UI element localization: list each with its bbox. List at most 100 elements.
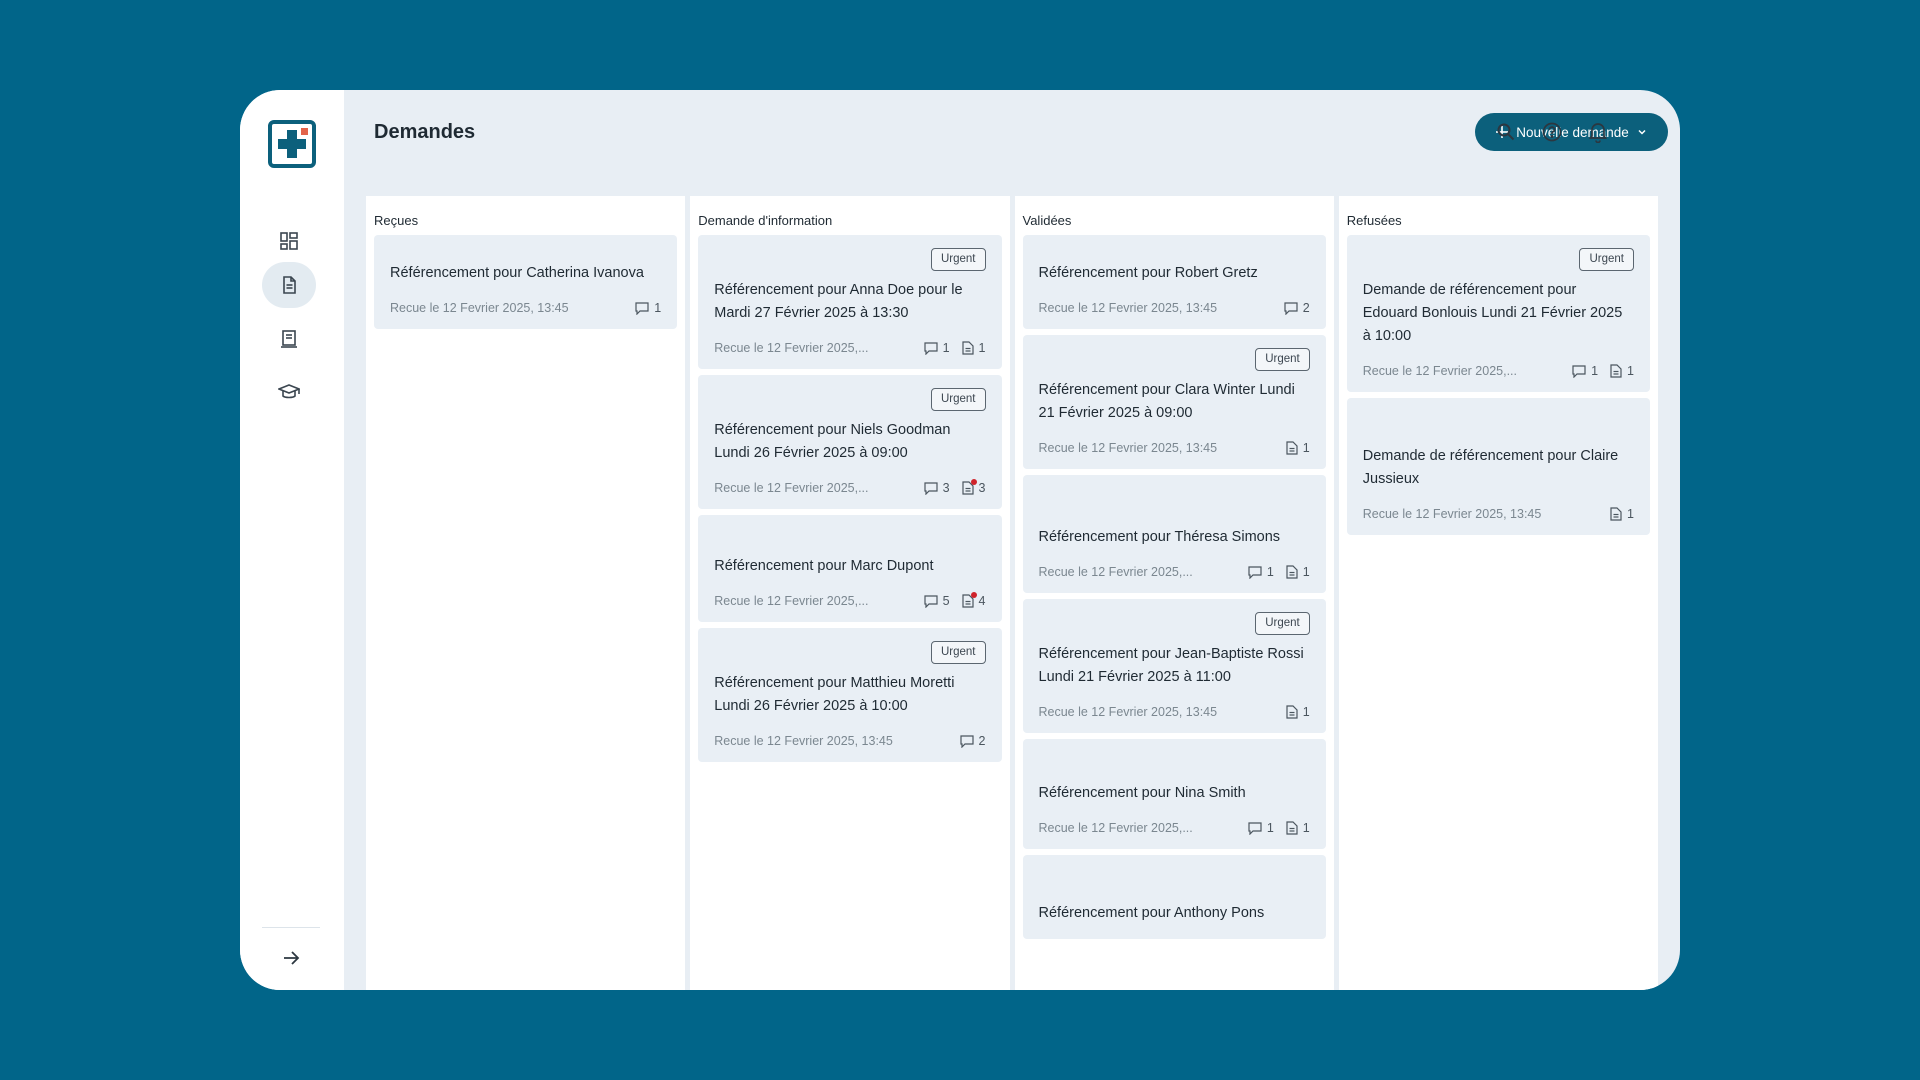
- card-date: Recue le 12 Fevrier 2025, 13:45: [714, 734, 893, 748]
- card-title: Référencement pour Anthony Pons: [1038, 905, 1265, 921]
- card-title: Référencement pour Niels Goodman Lundi 2…: [714, 422, 951, 461]
- request-card[interactable]: Urgent Référencement pour Matthieu Moret…: [698, 628, 1002, 762]
- column-recues: Reçues Référencement pour Catherina Ivan…: [366, 196, 686, 990]
- document-icon: [283, 276, 296, 294]
- request-card[interactable]: Référencement pour Théresa Simons Recue …: [1022, 475, 1326, 593]
- card-date: Recue le 12 Fevrier 2025, 13:45: [1038, 441, 1218, 455]
- column-title: Demande d'information: [698, 213, 833, 228]
- file-icon: [1286, 441, 1298, 455]
- help-button[interactable]: [1538, 118, 1566, 146]
- comment-icon: [923, 594, 938, 608]
- card-date: Recue le 12 Fevrier 2025, 13:45: [1038, 705, 1218, 719]
- medical-cross-icon: [278, 128, 308, 158]
- comments-count: 2: [1284, 301, 1310, 315]
- kanban-board: Reçues Référencement pour Catherina Ivan…: [366, 196, 1658, 990]
- page-title: Demandes: [374, 121, 476, 143]
- documents-count: 1: [961, 341, 986, 355]
- request-card[interactable]: Référencement pour Robert Gretz Recue le…: [1022, 235, 1326, 329]
- file-icon: [961, 341, 974, 355]
- urgent-badge: Urgent: [1255, 612, 1310, 635]
- card-title: Référencement pour Théresa Simons: [1038, 529, 1281, 545]
- logo[interactable]: [268, 120, 316, 168]
- urgent-badge: Urgent: [930, 388, 986, 411]
- card-title: Demande de référencement pour Edouard Bo…: [1362, 282, 1623, 344]
- comments-count: 1: [1572, 364, 1598, 378]
- documents-count: 1: [1286, 705, 1310, 719]
- column-refusees: Refusées Urgent Demande de référencement…: [1338, 196, 1658, 990]
- request-card[interactable]: Urgent Demande de référencement pour Edo…: [1346, 235, 1650, 392]
- comments-value: 2: [978, 734, 986, 748]
- comments-value: 1: [654, 301, 662, 315]
- documents-value: 1: [1302, 441, 1310, 455]
- alert-dot: [970, 479, 977, 485]
- grid-icon: [280, 232, 298, 250]
- urgent-badge: Urgent: [930, 248, 986, 271]
- main-content: Demandes Nouvelle demande Reçues Référen…: [344, 90, 1680, 990]
- sidebar-item-reports[interactable]: [262, 316, 316, 362]
- comments-value: 3: [942, 481, 950, 495]
- card-title: Référencement pour Catherina Ivanova: [390, 265, 644, 281]
- column-title: Reçues: [374, 213, 419, 228]
- comments-value: 1: [1591, 364, 1599, 378]
- request-card[interactable]: Urgent Référencement pour Jean-Baptiste …: [1022, 599, 1326, 733]
- search-icon: [1497, 123, 1515, 141]
- urgent-badge: Urgent: [1255, 348, 1310, 371]
- sidebar-item-training[interactable]: [262, 369, 316, 415]
- documents-value: 1: [978, 341, 986, 355]
- file-icon: [1610, 364, 1622, 378]
- card-date: Recue le 12 Fevrier 2025, 13:45: [1038, 301, 1218, 315]
- request-card[interactable]: Référencement pour Nina Smith Recue le 1…: [1022, 739, 1326, 849]
- documents-count: 1: [1286, 821, 1310, 835]
- urgent-badge: Urgent: [1579, 248, 1634, 271]
- documents-count: 4: [961, 592, 986, 608]
- comments-count: 1: [923, 341, 950, 355]
- file-icon: [961, 592, 977, 608]
- bell-icon: [1588, 123, 1608, 143]
- request-card[interactable]: Demande de référencement pour Claire Jus…: [1346, 398, 1650, 535]
- comments-count: 5: [923, 594, 950, 608]
- notifications-button[interactable]: [1584, 118, 1612, 146]
- comments-value: 5: [942, 594, 950, 608]
- comments-count: 1: [635, 301, 661, 315]
- card-title: Demande de référencement pour Claire Jus…: [1362, 448, 1619, 487]
- card-title: Référencement pour Jean-Baptiste Rossi L…: [1038, 646, 1304, 685]
- comments-value: 2: [1302, 301, 1310, 315]
- documents-value: 1: [1302, 821, 1310, 835]
- comments-value: 1: [1266, 565, 1274, 579]
- request-card[interactable]: Urgent Référencement pour Clara Winter L…: [1022, 335, 1326, 469]
- documents-count: 1: [1286, 565, 1310, 579]
- comment-icon: [635, 301, 649, 315]
- request-card[interactable]: Référencement pour Anthony Pons: [1022, 855, 1326, 939]
- comment-icon: [959, 734, 974, 748]
- card-title: Référencement pour Matthieu Moretti Lund…: [714, 675, 955, 714]
- card-title: Référencement pour Robert Gretz: [1038, 265, 1258, 281]
- sidebar-item-dashboard[interactable]: [262, 218, 316, 264]
- card-date: Recue le 12 Fevrier 2025,...: [714, 481, 869, 495]
- comments-count: 2: [959, 734, 986, 748]
- arrow-right-icon: [284, 951, 300, 965]
- documents-count: 3: [961, 479, 986, 495]
- newspaper-icon: [281, 330, 297, 348]
- card-date: Recue le 12 Fevrier 2025,...: [1038, 565, 1193, 579]
- comment-icon: [1248, 565, 1262, 579]
- comment-icon: [1572, 364, 1586, 378]
- request-card[interactable]: Urgent Référencement pour Anna Doe pour …: [698, 235, 1002, 369]
- comment-icon: [1284, 301, 1298, 315]
- column-title: Validées: [1022, 213, 1072, 228]
- comments-count: 3: [923, 481, 950, 495]
- sidebar-divider: [262, 927, 320, 928]
- card-title: Référencement pour Marc Dupont: [714, 558, 934, 574]
- collapse-sidebar-button[interactable]: [270, 942, 312, 974]
- comments-count: 1: [1248, 821, 1274, 835]
- request-card[interactable]: Urgent Référencement pour Niels Goodman …: [698, 375, 1002, 509]
- documents-value: 1: [1302, 705, 1310, 719]
- sidebar-item-demandes[interactable]: [262, 262, 316, 308]
- sidebar: [240, 90, 344, 990]
- card-date: Recue le 12 Fevrier 2025, 13:45: [390, 301, 569, 315]
- documents-value: 4: [978, 594, 986, 608]
- comment-icon: [1248, 821, 1262, 835]
- request-card[interactable]: Référencement pour Catherina Ivanova Rec…: [374, 235, 678, 329]
- request-card[interactable]: Référencement pour Marc Dupont Recue le …: [698, 515, 1002, 622]
- comments-count: 1: [1248, 565, 1274, 579]
- search-button[interactable]: [1492, 118, 1520, 146]
